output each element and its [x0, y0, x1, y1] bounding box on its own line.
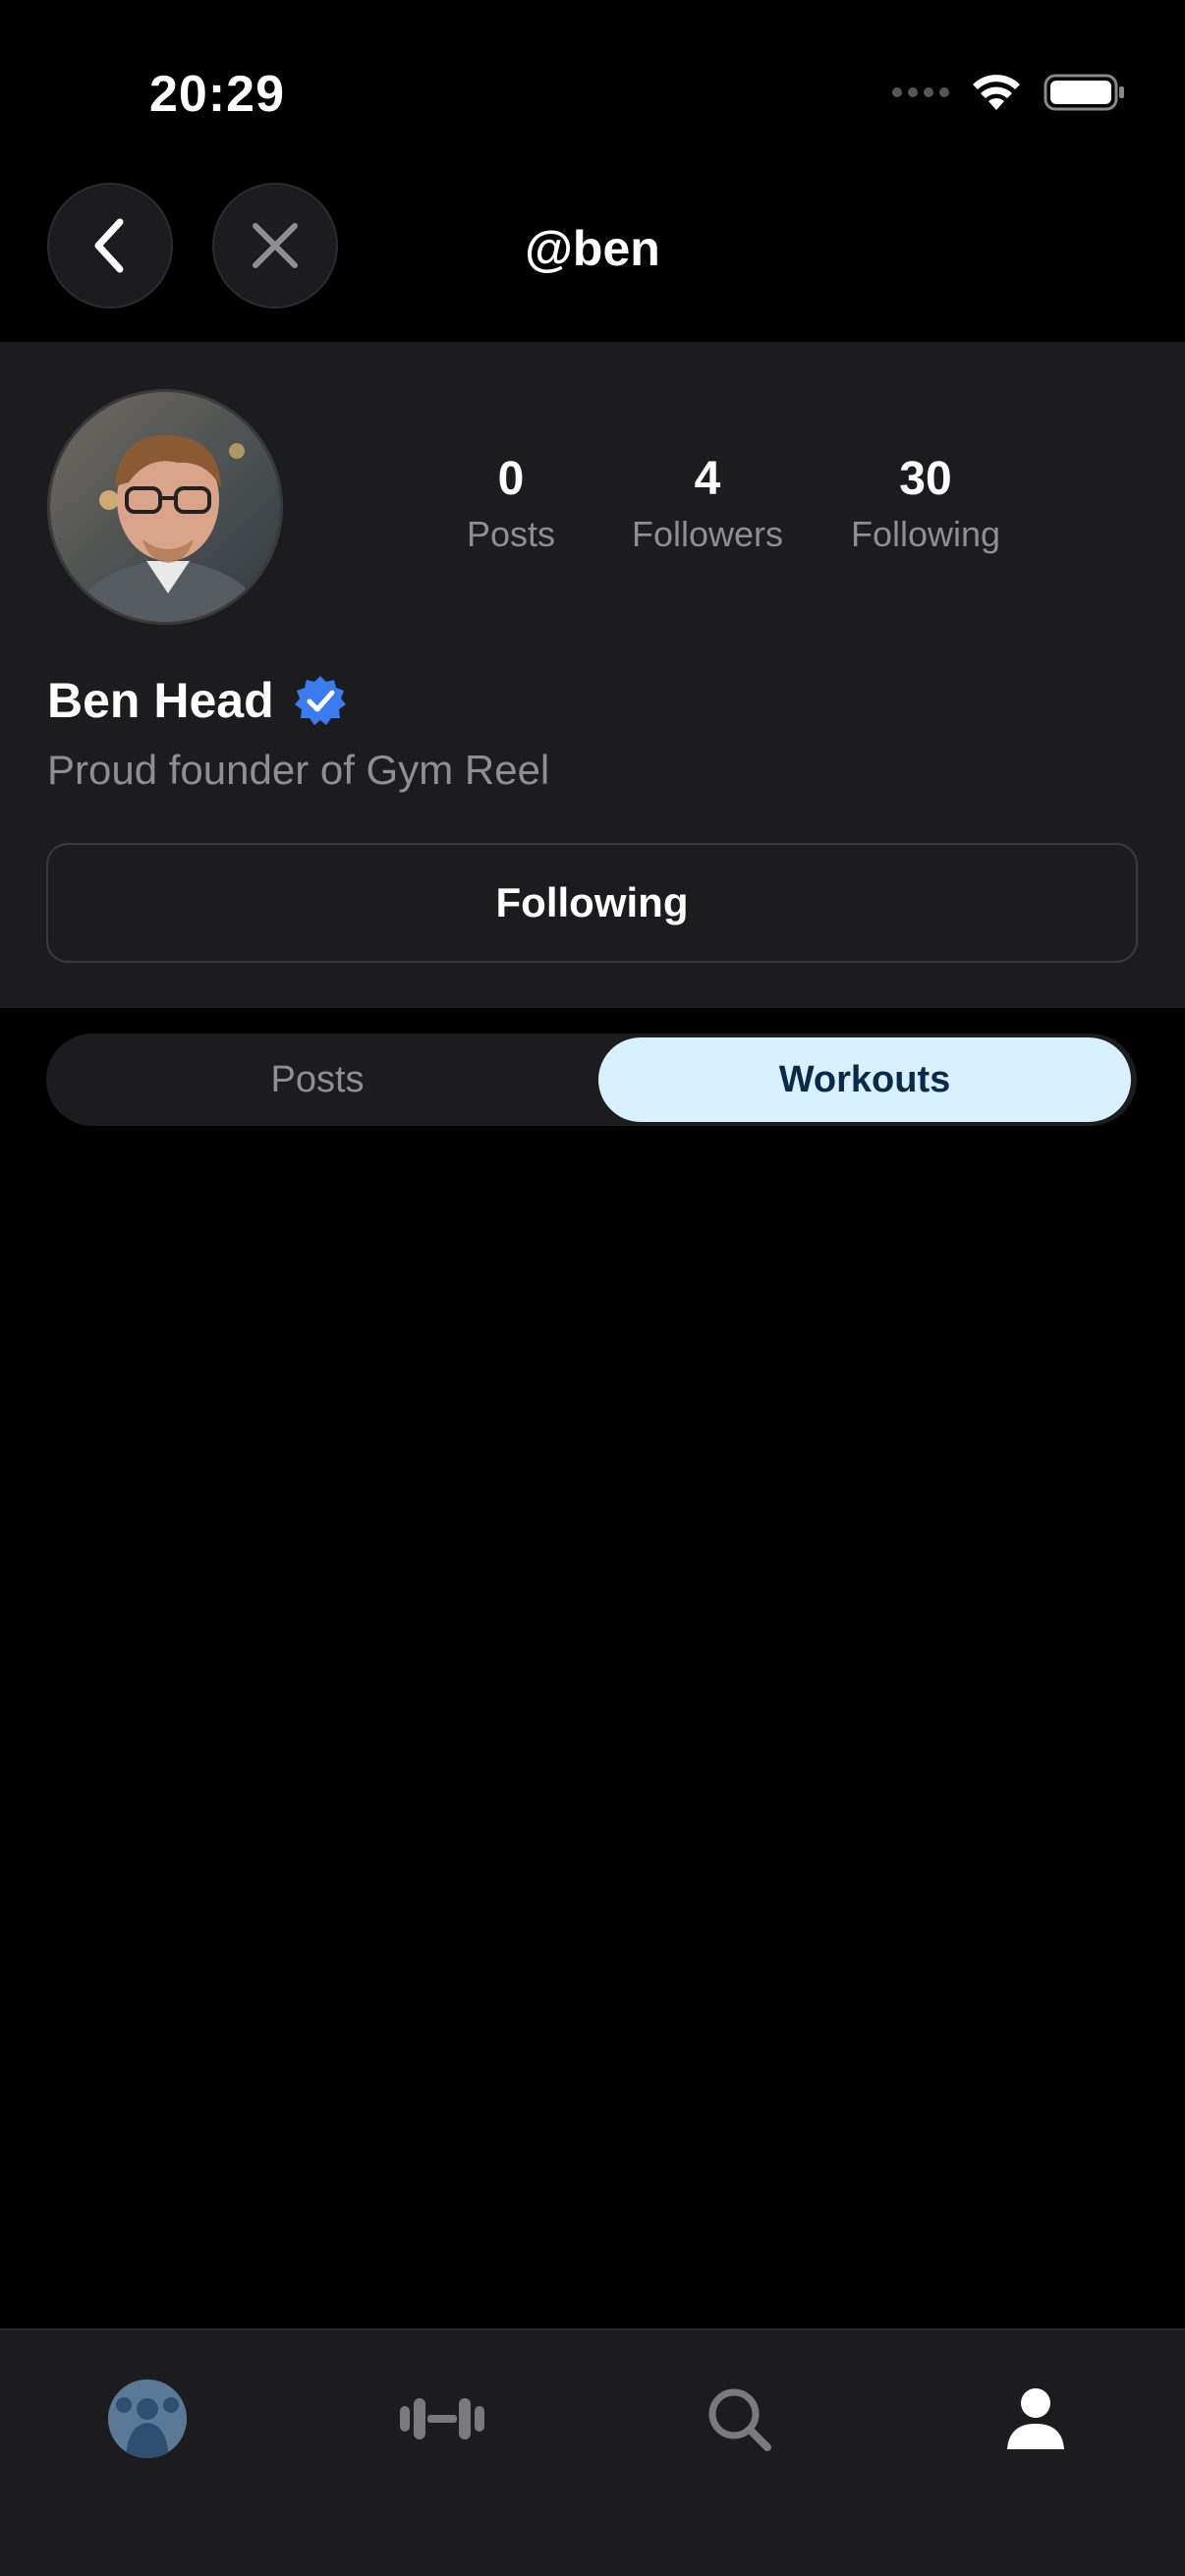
wifi-icon: [973, 75, 1020, 110]
posts-count: 0: [497, 453, 525, 505]
avatar[interactable]: [47, 389, 283, 625]
verified-badge-icon: [294, 676, 346, 725]
profile-name: Ben Head: [47, 673, 274, 728]
tab-workouts-nav[interactable]: [393, 2370, 491, 2468]
tab-profile[interactable]: [987, 2370, 1085, 2468]
search-icon: [708, 2388, 771, 2451]
followers-count: 4: [694, 453, 721, 505]
tab-posts[interactable]: Posts: [52, 1037, 583, 1122]
status-bar: 20:29: [0, 0, 1185, 177]
app-logo-icon: [108, 2380, 187, 2458]
tab-search[interactable]: [690, 2370, 788, 2468]
stat-posts[interactable]: 0 Posts: [432, 452, 590, 555]
followers-label: Followers: [631, 514, 784, 554]
profile-header: 0 Posts 4 Followers 30 Following Ben Hea…: [0, 342, 1185, 1008]
following-label: Following: [850, 514, 1001, 554]
profile-bio: Proud founder of Gym Reel: [47, 747, 550, 793]
content-segmented-control: Posts Workouts: [46, 1034, 1137, 1126]
stat-following[interactable]: 30 Following: [827, 452, 1024, 555]
status-icons: [892, 73, 1126, 112]
battery-icon: [1044, 74, 1124, 111]
page-title: @ben: [525, 221, 660, 276]
posts-label: Posts: [466, 514, 556, 554]
top-nav: @ben: [0, 177, 1185, 342]
following-button[interactable]: Following: [46, 843, 1138, 963]
dumbbell-icon: [400, 2398, 484, 2439]
tab-home[interactable]: [98, 2370, 197, 2468]
bottom-tab-bar: [0, 2328, 1185, 2576]
stat-followers[interactable]: 4 Followers: [609, 452, 806, 555]
profile-stats: 0 Posts 4 Followers 30 Following: [432, 452, 1042, 570]
cellular-signal-icon: [892, 87, 949, 97]
name-row: Ben Head: [47, 672, 347, 729]
tab-workouts[interactable]: Workouts: [598, 1037, 1131, 1122]
status-time: 20:29: [149, 66, 285, 123]
following-count: 30: [899, 453, 952, 505]
person-icon: [1007, 2388, 1064, 2449]
